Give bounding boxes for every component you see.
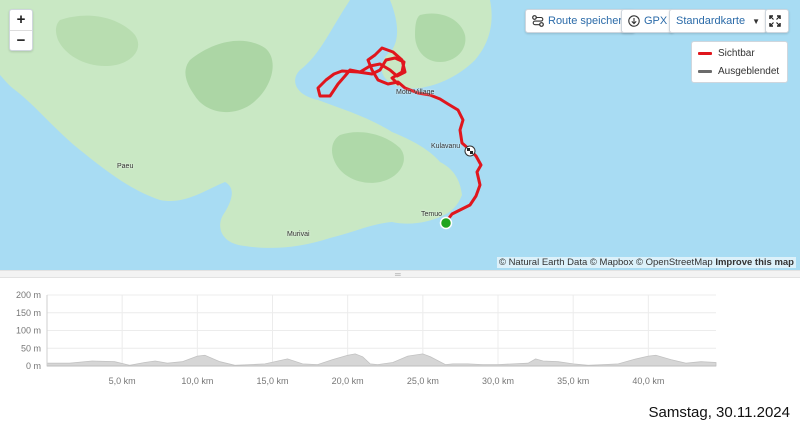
route-legend: Sichtbar Ausgeblendet [691, 41, 788, 83]
x-tick-label: 35,0 km [557, 376, 589, 386]
x-tick-label: 25,0 km [407, 376, 439, 386]
improve-map-link[interactable]: Improve this map [715, 257, 794, 268]
legend-swatch [698, 51, 712, 55]
legend-label: Sichtbar [718, 47, 755, 59]
x-tick-label: 40,0 km [632, 376, 664, 386]
place-label: Paeu [117, 163, 134, 170]
finish-marker [464, 145, 476, 157]
x-tick-label: 15,0 km [256, 376, 288, 386]
x-tick-label: 20,0 km [332, 376, 364, 386]
y-tick-label: 150 m [16, 308, 41, 318]
fullscreen-icon [769, 15, 781, 27]
save-route-label: Route speichern [548, 15, 629, 27]
save-route-button[interactable]: Route speichern [525, 9, 636, 33]
chevron-down-icon: ▼ [752, 16, 761, 26]
place-label: Kulavanu [431, 143, 461, 150]
map-terrain[interactable] [0, 0, 800, 270]
elevation-area [46, 353, 717, 367]
start-marker [439, 216, 453, 230]
map-style-label: Standardkarte [676, 15, 746, 27]
x-tick-label: 30,0 km [482, 376, 514, 386]
map-attribution: © Natural Earth Data © Mapbox © OpenStre… [496, 257, 796, 268]
legend-swatch [698, 69, 712, 73]
attribution-text: © Natural Earth Data © Mapbox © OpenStre… [498, 257, 713, 268]
y-tick-label: 0 m [26, 361, 41, 371]
panel-resize-handle[interactable]: ═ [0, 270, 800, 279]
download-icon [628, 15, 640, 27]
y-tick-label: 50 m [21, 343, 41, 353]
y-tick-label: 100 m [16, 326, 41, 336]
place-label: Murivai [287, 231, 310, 238]
map-style-select[interactable]: Standardkarte ▼ [669, 9, 768, 33]
legend-item-hidden[interactable]: Ausgeblendet [692, 62, 787, 80]
gpx-label: GPX [644, 15, 668, 27]
gpx-download-button[interactable]: GPX [621, 9, 675, 33]
zoom-control: + − [9, 9, 33, 51]
place-label: Moto Village [396, 89, 435, 96]
y-tick-label: 200 m [16, 290, 41, 300]
fullscreen-button[interactable] [765, 9, 789, 33]
place-label: Temuo [421, 211, 443, 218]
drag-handle-icon: ═ [395, 270, 401, 279]
legend-label: Ausgeblendet [718, 65, 780, 77]
x-tick-label: 5,0 km [109, 376, 136, 386]
zoom-in-button[interactable]: + [10, 10, 32, 31]
legend-item-visible[interactable]: Sichtbar [692, 44, 787, 62]
elevation-profile-chart[interactable]: 200 m 150 m 100 m 50 m 0 m 5,0 km 10,0 km 15,0 … [0, 280, 800, 400]
route-icon [532, 15, 544, 27]
x-tick-label: 10,0 km [181, 376, 213, 386]
date-caption: Samstag, 30.11.2024 [648, 404, 791, 421]
route-map[interactable]: Moto Village Kulavanu Temuo Paeu Murivai… [0, 0, 800, 270]
zoom-out-button[interactable]: − [10, 31, 32, 51]
